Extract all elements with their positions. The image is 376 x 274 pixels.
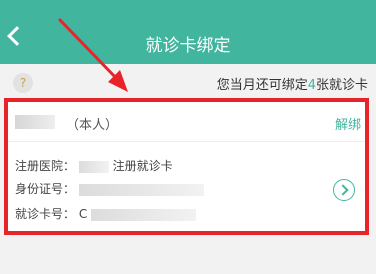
- unbind-button[interactable]: 解绑: [335, 114, 361, 133]
- patient-name-redacted: [15, 115, 55, 129]
- id-number-row: 身份证号：: [15, 180, 204, 197]
- hospital-row: 注册医院： 注册就诊卡: [15, 157, 173, 174]
- card-header: （本人） 解绑: [8, 102, 365, 142]
- self-tag: （本人）: [66, 118, 119, 133]
- page-background: [0, 239, 376, 274]
- quota-count: 4: [307, 78, 316, 93]
- quota-text: 您当月还可绑定4张就诊卡: [217, 74, 368, 93]
- bind-quota-notice: ? 您当月还可绑定4张就诊卡: [0, 64, 376, 98]
- quota-prefix: 您当月还可绑定: [216, 78, 308, 93]
- id-number-label: 身份证号：: [15, 182, 76, 196]
- card-number-start: C: [78, 207, 88, 221]
- hospital-label: 注册医院：: [15, 159, 76, 173]
- card-number-row: 就诊卡号： C: [15, 205, 197, 222]
- quota-suffix: 张就诊卡: [315, 78, 368, 93]
- card-number-label: 就诊卡号：: [15, 207, 76, 221]
- chevron-right-circle-icon[interactable]: [333, 179, 355, 201]
- card-number-redacted: [91, 208, 197, 221]
- app-header: 就诊卡绑定: [0, 0, 376, 64]
- hospital-name-redacted: [78, 160, 109, 173]
- hospital-value: 注册就诊卡: [112, 159, 173, 173]
- page-title: 就诊卡绑定: [145, 36, 231, 56]
- help-icon[interactable]: ?: [13, 73, 33, 93]
- id-number-redacted: [78, 183, 204, 196]
- patient-card[interactable]: （本人） 解绑 注册医院： 注册就诊卡 身份证号： 就诊卡号： C: [4, 98, 369, 235]
